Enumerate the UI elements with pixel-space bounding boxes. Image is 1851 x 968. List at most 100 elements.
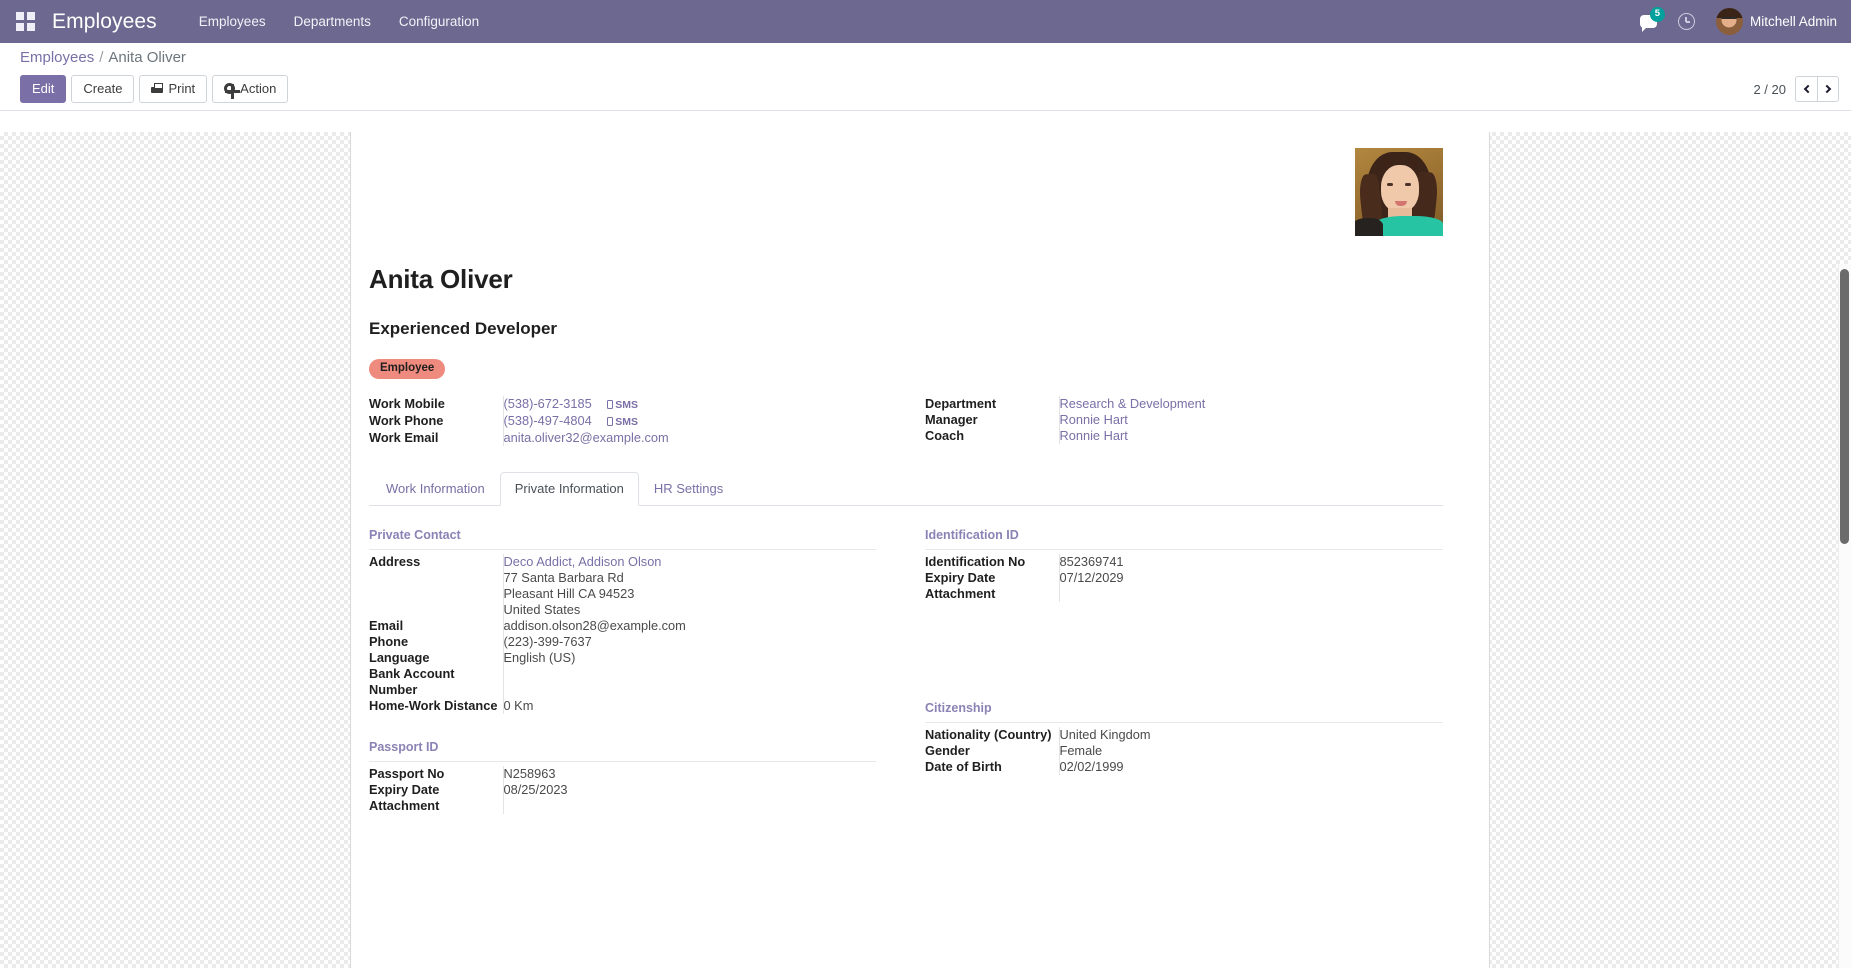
manager-value[interactable]: Ronnie Hart	[1060, 412, 1128, 427]
vertical-scrollbar-thumb[interactable]	[1840, 269, 1849, 544]
identification-expiry-value[interactable]: 07/12/2029	[1058, 570, 1443, 586]
field-work-email: Work Email anita.oliver32@example.com	[369, 430, 876, 446]
field-date-of-birth: Date of Birth 02/02/1999	[925, 759, 1443, 775]
menu-item-employees[interactable]: Employees	[185, 0, 280, 43]
messages-button[interactable]: 5	[1632, 5, 1666, 39]
work-mobile-value[interactable]: (538)-672-3185	[504, 396, 592, 411]
pager-next-button[interactable]	[1817, 76, 1839, 102]
private-phone-label: Phone	[369, 634, 409, 649]
notebook-tabs: Work Information Private Information HR …	[369, 472, 1443, 506]
breadcrumb: Employees / Anita Oliver	[20, 49, 1839, 66]
private-info-columns: Private Contact Address Deco Addict, Add…	[369, 528, 1443, 840]
action-button[interactable]: Action	[212, 75, 289, 103]
private-info-left-column: Private Contact Address Deco Addict, Add…	[369, 528, 906, 840]
field-private-email: Email addison.olson28@example.com	[369, 618, 876, 634]
bank-account-value[interactable]	[502, 666, 876, 698]
field-address: Address Deco Addict, Addison Olson 77 Sa…	[369, 554, 876, 618]
department-label: Department	[925, 396, 997, 411]
coach-value-cell: Ronnie Hart	[1058, 428, 1443, 444]
menu-item-configuration[interactable]: Configuration	[385, 0, 493, 43]
work-mobile-sms-button[interactable]: SMS	[607, 399, 638, 411]
address-city: Pleasant Hill CA 94523	[503, 586, 635, 601]
app-brand-name[interactable]: Employees	[52, 10, 157, 34]
identification-attachment-label: Attachment	[925, 586, 996, 601]
create-button[interactable]: Create	[71, 75, 135, 103]
field-identification-expiry: Expiry Date 07/12/2029	[925, 570, 1443, 586]
private-email-label: Email	[369, 618, 404, 633]
passport-attachment-value[interactable]	[502, 798, 876, 814]
status-badge: Employee	[369, 359, 446, 379]
work-mobile-sms-label: SMS	[615, 399, 639, 411]
menu-item-departments[interactable]: Departments	[280, 0, 385, 43]
pager-counter: 2 / 20	[1753, 81, 1786, 97]
field-identification-attachment: Attachment	[925, 586, 1443, 602]
apps-menu-button[interactable]	[8, 4, 42, 40]
home-work-distance-value[interactable]: 0 Km	[502, 698, 876, 714]
private-phone-value[interactable]: (223)-399-7637	[502, 634, 876, 650]
identification-no-value[interactable]: 852369741	[1058, 554, 1443, 570]
top-navbar: Employees Employees Departments Configur…	[0, 0, 1851, 43]
language-value[interactable]: English (US)	[502, 650, 876, 666]
notebook-page-private-information: Private Contact Address Deco Addict, Add…	[369, 506, 1443, 840]
gender-label: Gender	[925, 743, 970, 758]
passport-no-value[interactable]: N258963	[502, 766, 876, 782]
control-panel-actions: Edit Create Print Action 2 / 20	[20, 75, 1839, 103]
field-home-work-distance: Home-Work Distance 0 Km	[369, 698, 876, 714]
main-menu: Employees Departments Configuration	[185, 0, 493, 43]
passport-attachment-label: Attachment	[369, 798, 440, 813]
coach-value[interactable]: Ronnie Hart	[1060, 428, 1128, 443]
work-email-value[interactable]: anita.oliver32@example.com	[504, 430, 669, 445]
address-street: 77 Santa Barbara Rd	[503, 570, 624, 585]
work-phone-label: Work Phone	[369, 413, 444, 428]
activities-button[interactable]	[1670, 5, 1704, 39]
department-value[interactable]: Research & Development	[1060, 396, 1206, 411]
messages-count-badge: 5	[1649, 6, 1665, 22]
identification-no-label: Identification No	[925, 554, 1026, 569]
identification-expiry-label: Expiry Date	[925, 570, 996, 585]
user-menu[interactable]: Mitchell Admin	[1708, 8, 1837, 35]
breadcrumb-current-record: Anita Oliver	[108, 49, 186, 66]
work-mobile-label: Work Mobile	[369, 396, 445, 411]
print-button[interactable]: Print	[139, 75, 208, 103]
chevron-right-icon	[1822, 84, 1832, 94]
record-sheet: Anita Oliver Experienced Developer Emplo…	[350, 132, 1490, 968]
avatar	[1715, 8, 1743, 35]
gender-value[interactable]: Female	[1058, 743, 1443, 759]
tab-private-information[interactable]: Private Information	[499, 472, 639, 506]
tab-work-information[interactable]: Work Information	[371, 472, 500, 506]
field-language: Language English (US)	[369, 650, 876, 666]
private-email-value[interactable]: addison.olson28@example.com	[502, 618, 876, 634]
work-phone-sms-button[interactable]: SMS	[607, 416, 638, 428]
printer-icon	[151, 82, 164, 95]
print-button-label: Print	[168, 81, 196, 96]
field-passport-no: Passport No N258963	[369, 766, 876, 782]
pager-previous-button[interactable]	[1795, 76, 1817, 102]
breadcrumb-employees[interactable]: Employees	[20, 49, 94, 66]
edit-button[interactable]: Edit	[20, 75, 67, 103]
nationality-value[interactable]: United Kingdom	[1058, 727, 1443, 743]
header-fields-left: Work Mobile (538)-672-3185 SMS Work Phon…	[369, 396, 906, 446]
field-identification-no: Identification No 852369741	[925, 554, 1443, 570]
passport-id-title: Passport ID	[369, 740, 876, 762]
action-button-label: Action	[240, 81, 277, 96]
field-work-phone: Work Phone (538)-497-4804 SMS	[369, 413, 876, 430]
date-of-birth-label: Date of Birth	[925, 759, 1002, 774]
passport-expiry-value[interactable]: 08/25/2023	[502, 782, 876, 798]
field-bank-account: Bank Account Number	[369, 666, 876, 698]
address-company[interactable]: Deco Addict, Addison Olson	[504, 554, 877, 570]
employee-job-title: Experienced Developer	[369, 319, 558, 338]
employee-photo[interactable]	[1355, 148, 1443, 236]
pager-buttons	[1795, 76, 1839, 102]
passport-no-label: Passport No	[369, 766, 445, 781]
apps-grid-icon	[15, 12, 35, 31]
manager-label: Manager	[925, 412, 978, 427]
date-of-birth-value[interactable]: 02/02/1999	[1058, 759, 1443, 775]
identification-attachment-value[interactable]	[1058, 586, 1443, 602]
coach-label: Coach	[925, 428, 965, 443]
group-identification-id: Identification ID Identification No 8523…	[925, 528, 1443, 602]
record-buttons: Edit Create Print Action	[20, 75, 289, 103]
tab-hr-settings[interactable]: HR Settings	[639, 472, 738, 506]
work-mobile-value-cell: (538)-672-3185 SMS	[502, 396, 876, 413]
work-phone-value[interactable]: (538)-497-4804	[504, 413, 592, 428]
group-citizenship: Citizenship Nationality (Country) United…	[925, 701, 1443, 775]
